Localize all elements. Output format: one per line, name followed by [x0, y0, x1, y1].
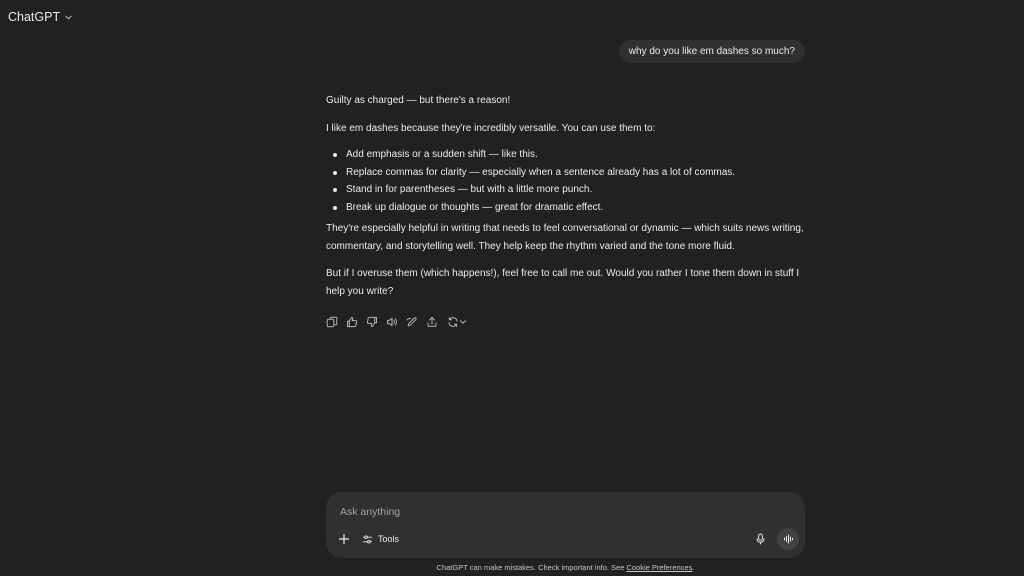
chevron-down-icon [460, 320, 466, 324]
list-item: Replace commas for clarity — especially … [333, 164, 808, 182]
microphone-icon [756, 533, 764, 545]
assistant-closing: But if I overuse them (which happens!), … [326, 268, 800, 297]
assistant-bullet-list: Add emphasis or a sudden shift — like th… [326, 146, 808, 216]
assistant-message: Guilty as charged — but there's a reason… [326, 92, 808, 300]
assistant-body: They're especially helpful in writing th… [326, 223, 804, 252]
copy-icon [326, 316, 338, 328]
list-item: Stand in for parentheses — but with a li… [333, 181, 808, 199]
thumbs-up-icon [347, 316, 358, 328]
composer: Tools [326, 492, 805, 558]
disclaimer-text: ChatGPT can make mistakes. Check importa… [436, 563, 627, 572]
user-message-bubble: why do you like em dashes so much? [618, 40, 805, 63]
thumbs-down-icon [366, 316, 377, 328]
list-item: Add emphasis or a sudden shift — like th… [333, 146, 808, 164]
chat-page: ChatGPT why do you like em dashes so muc… [0, 0, 1024, 576]
voice-mode-icon [783, 534, 793, 544]
regenerate-icon [448, 317, 458, 327]
edit-in-canvas-button[interactable] [404, 314, 420, 330]
list-item: Break up dialogue or thoughts — great fo… [333, 199, 808, 217]
plus-icon [338, 533, 350, 545]
model-switcher[interactable]: ChatGPT [8, 8, 73, 26]
read-aloud-icon [387, 317, 397, 327]
chevron-down-icon [64, 13, 73, 22]
good-response-button[interactable] [344, 314, 360, 330]
tools-label: Tools [378, 534, 400, 544]
disclaimer: ChatGPT can make mistakes. Check importa… [0, 563, 1024, 572]
read-aloud-button[interactable] [384, 314, 400, 330]
dictate-button[interactable] [751, 530, 769, 548]
bad-response-button[interactable] [364, 314, 380, 330]
prompt-input[interactable] [338, 502, 782, 522]
disclaimer-suffix: . [692, 563, 695, 572]
edit-canvas-icon [406, 317, 417, 327]
share-button[interactable] [424, 314, 440, 330]
share-icon [427, 317, 437, 327]
model-switcher-label: ChatGPT [8, 10, 61, 24]
message-actions [324, 314, 470, 330]
assistant-lead: I like em dashes because they're incredi… [326, 122, 656, 134]
tools-icon [362, 534, 373, 544]
assistant-intro: Guilty as charged — but there's a reason… [326, 95, 511, 106]
tools-button[interactable]: Tools [358, 530, 403, 548]
regenerate-button[interactable] [444, 314, 470, 330]
voice-mode-button[interactable] [777, 528, 799, 550]
copy-button[interactable] [324, 314, 340, 330]
cookie-preferences-link[interactable]: Cookie Preferences [626, 563, 692, 572]
add-attachment-button[interactable] [335, 530, 353, 548]
